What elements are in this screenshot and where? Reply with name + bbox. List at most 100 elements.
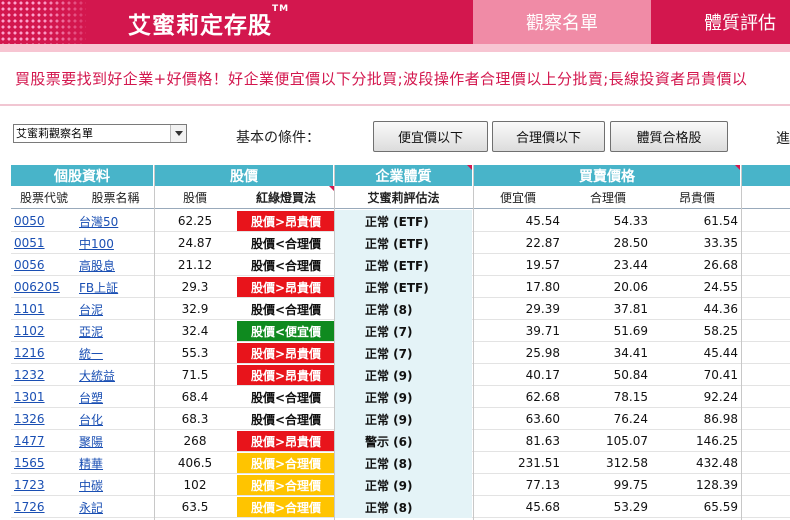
table-row[interactable]: 1726 永記 63.5 股價>合理價 正常 (8) 45.68 53.29 65.59 xyxy=(11,496,790,518)
stock-code-link[interactable]: 0050 xyxy=(14,210,74,232)
traffic-light-signal: 股價>昂貴價 xyxy=(237,343,335,363)
logo-fade xyxy=(40,0,100,44)
fair-price: 51.69 xyxy=(613,324,648,338)
health-rating: 正常 (ETF) xyxy=(335,276,472,298)
health-rating: 警示 (6) xyxy=(335,430,472,452)
stock-code-link[interactable]: 1102 xyxy=(14,320,74,342)
table-row[interactable]: 1101 台泥 32.9 股價<合理價 正常 (8) 29.39 37.81 44.36 xyxy=(11,298,790,320)
table-row[interactable]: 1102 亞泥 32.4 股價<便宜價 正常 (7) 39.71 51.69 58.25 xyxy=(11,320,790,342)
column-divider xyxy=(741,165,742,520)
cheap-price: 45.68 xyxy=(525,500,560,514)
expensive-price: 432.48 xyxy=(696,456,738,470)
expensive-price: 92.24 xyxy=(703,390,738,404)
table-row[interactable]: 1723 中碳 102 股價>合理價 正常 (9) 77.13 99.75 128.39 xyxy=(11,474,790,496)
col-expensive-price: 昂貴價 xyxy=(678,190,715,205)
stock-price: 29.3 xyxy=(181,280,209,294)
chevron-down-icon[interactable] xyxy=(170,125,186,142)
filter-below-cheap-button[interactable]: 便宜價以下 xyxy=(373,121,488,152)
cheap-price: 40.17 xyxy=(525,368,560,382)
fair-price: 37.81 xyxy=(613,302,648,316)
stock-name-link[interactable]: 大統益 xyxy=(79,364,153,386)
traffic-light-signal: 股價>昂貴價 xyxy=(237,431,335,451)
column-divider xyxy=(473,165,474,520)
comment-marker xyxy=(467,165,472,170)
watchlist-select[interactable]: 艾蜜莉觀察名單 xyxy=(13,124,187,143)
trademark-mark: TM xyxy=(272,4,290,14)
stock-name-link[interactable]: 聚陽 xyxy=(79,430,153,452)
group-company-health: 企業體質 xyxy=(335,165,472,186)
traffic-light-signal: 股價<便宜價 xyxy=(237,321,335,341)
column-divider xyxy=(334,165,335,520)
expensive-price: 86.98 xyxy=(703,412,738,426)
stock-code-link[interactable]: 1301 xyxy=(14,386,74,408)
traffic-light-signal: 股價<合理價 xyxy=(250,236,322,251)
stock-code-link[interactable]: 1326 xyxy=(14,408,74,430)
stock-name-link[interactable]: 台化 xyxy=(79,408,153,430)
stock-code-link[interactable]: 1477 xyxy=(14,430,74,452)
tab-health-evaluation[interactable]: 體質評估 xyxy=(651,0,790,44)
traffic-light-signal: 股價>昂貴價 xyxy=(237,365,335,385)
stock-code-link[interactable]: 1723 xyxy=(14,474,74,496)
stock-code-link[interactable]: 1726 xyxy=(14,496,74,518)
stock-code-link[interactable]: 0056 xyxy=(14,254,74,276)
stock-code-link[interactable]: 0051 xyxy=(14,232,74,254)
tab-watchlist[interactable]: 觀察名單 xyxy=(473,0,651,44)
health-rating: 正常 (ETF) xyxy=(335,232,472,254)
health-rating: 正常 (7) xyxy=(335,320,472,342)
stock-name-link[interactable]: 精華 xyxy=(79,452,153,474)
expensive-price: 146.25 xyxy=(696,434,738,448)
stock-name-link[interactable]: FB上証 xyxy=(79,276,153,298)
table-row[interactable]: 0051 中100 24.87 股價<合理價 正常 (ETF) 22.87 28.50 33.… xyxy=(11,232,790,254)
stock-code-link[interactable]: 1216 xyxy=(14,342,74,364)
fair-price: 105.07 xyxy=(606,434,648,448)
traffic-light-signal: 股價>合理價 xyxy=(237,497,335,517)
table-row[interactable]: 1565 精華 406.5 股價>合理價 正常 (8) 231.51 312.58 432.4… xyxy=(11,452,790,474)
table-row[interactable]: 1326 台化 68.3 股價<合理價 正常 (9) 63.60 76.24 86.98 xyxy=(11,408,790,430)
group-stock-info: 個股資料 xyxy=(11,165,153,186)
brand-title[interactable]: 艾蜜莉定存股TM xyxy=(128,4,290,40)
filter-healthy-button[interactable]: 體質合格股 xyxy=(610,121,728,152)
cheap-price: 231.51 xyxy=(518,456,560,470)
expensive-price: 65.59 xyxy=(703,500,738,514)
stock-price: 32.4 xyxy=(181,324,209,338)
stock-name-link[interactable]: 中100 xyxy=(79,232,153,254)
expensive-price: 26.68 xyxy=(703,258,738,272)
stock-code-link[interactable]: 1101 xyxy=(14,298,74,320)
watchlist-table: 個股資料 股價 企業體質 買賣價格 股票代號 股票名稱 股價 紅綠燈買法 艾蜜莉… xyxy=(11,165,790,520)
stock-code-link[interactable]: 1565 xyxy=(14,452,74,474)
stock-name-link[interactable]: 台泥 xyxy=(79,298,153,320)
stock-name-link[interactable]: 高股息 xyxy=(79,254,153,276)
stock-price: 55.3 xyxy=(181,346,209,360)
traffic-light-signal: 股價>合理價 xyxy=(237,475,335,495)
fair-price: 50.84 xyxy=(613,368,648,382)
expensive-price: 33.35 xyxy=(703,236,738,250)
table-row[interactable]: 0056 高股息 21.12 股價<合理價 正常 (ETF) 19.57 23.44 26.6… xyxy=(11,254,790,276)
traffic-light-signal: 股價<合理價 xyxy=(250,302,322,317)
stock-name-link[interactable]: 台灣50 xyxy=(79,210,153,232)
table-row[interactable]: 1216 統一 55.3 股價>昂貴價 正常 (7) 25.98 34.41 45.44 xyxy=(11,342,790,364)
fair-price: 53.29 xyxy=(613,500,648,514)
brand-name: 艾蜜莉定存股 xyxy=(128,13,272,39)
table-row[interactable]: 1477 聚陽 268 股價>昂貴價 警示 (6) 81.63 105.07 146.25 xyxy=(11,430,790,452)
stock-price: 71.5 xyxy=(181,368,209,382)
table-row[interactable]: 006205 FB上証 29.3 股價>昂貴價 正常 (ETF) 17.80 20.06 24… xyxy=(11,276,790,298)
stock-code-link[interactable]: 006205 xyxy=(14,276,74,298)
health-rating: 正常 (9) xyxy=(335,474,472,496)
expensive-price: 24.55 xyxy=(703,280,738,294)
stock-price: 102 xyxy=(183,478,207,492)
cheap-price: 25.98 xyxy=(525,346,560,360)
stock-name-link[interactable]: 台塑 xyxy=(79,386,153,408)
table-row[interactable]: 1232 大統益 71.5 股價>昂貴價 正常 (9) 40.17 50.84 70.41 xyxy=(11,364,790,386)
table-row[interactable]: 0050 台灣50 62.25 股價>昂貴價 正常 (ETF) 45.54 54.33 61.… xyxy=(11,210,790,232)
stock-name-link[interactable]: 永記 xyxy=(79,496,153,518)
stock-price: 268 xyxy=(183,434,207,448)
traffic-light-signal: 股價>昂貴價 xyxy=(237,277,335,297)
traffic-light-signal: 股價>昂貴價 xyxy=(237,211,335,231)
filter-below-fair-button[interactable]: 合理價以下 xyxy=(492,121,605,152)
stock-name-link[interactable]: 統一 xyxy=(79,342,153,364)
stock-name-link[interactable]: 中碳 xyxy=(79,474,153,496)
table-row[interactable]: 1301 台塑 68.4 股價<合理價 正常 (9) 62.68 78.15 92.24 xyxy=(11,386,790,408)
stock-code-link[interactable]: 1232 xyxy=(14,364,74,386)
table-group-header: 個股資料 股價 企業體質 買賣價格 xyxy=(11,165,790,186)
stock-name-link[interactable]: 亞泥 xyxy=(79,320,153,342)
